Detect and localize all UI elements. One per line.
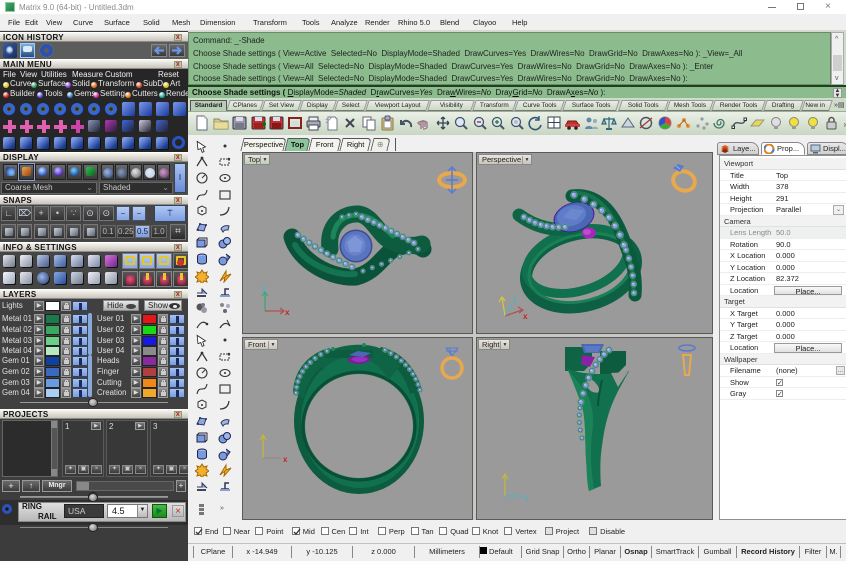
svg-text:x: x (523, 312, 528, 321)
svg-text:x: x (283, 455, 288, 464)
svg-text:y: y (513, 294, 517, 303)
svg-text:x: x (285, 308, 290, 317)
svg-text:y: y (525, 493, 529, 502)
svg-text:y: y (262, 283, 266, 292)
